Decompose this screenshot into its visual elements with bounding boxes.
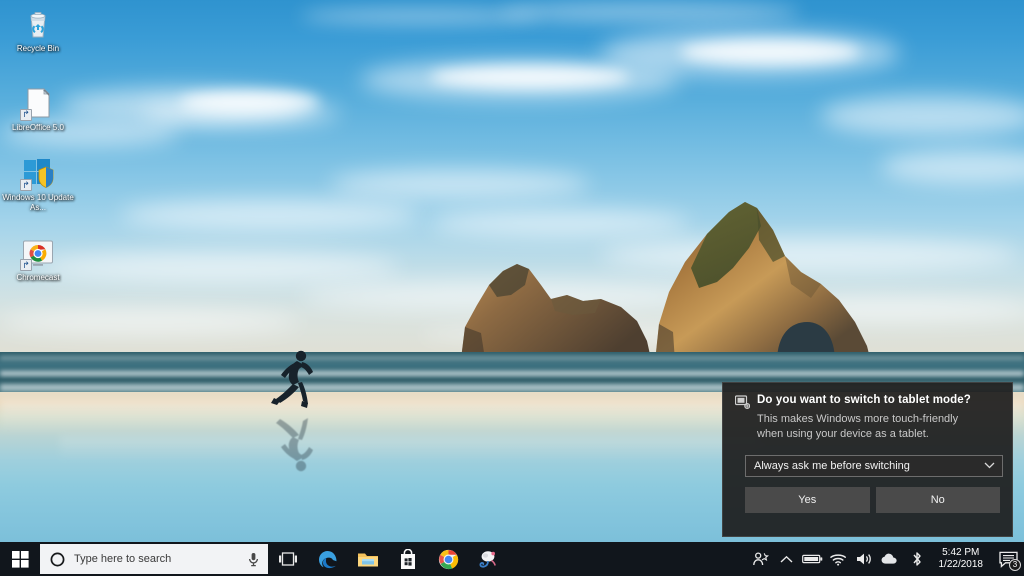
desktop-icon-label: Windows 10 Update As... bbox=[2, 193, 74, 212]
notification-body-line1: This makes Windows more touch-friendly bbox=[757, 412, 1000, 427]
battery-icon[interactable] bbox=[800, 542, 826, 576]
cloud bbox=[500, 2, 800, 22]
desktop-icon-libreoffice[interactable]: ↱ LibreOffice 5.0 bbox=[0, 81, 76, 136]
yes-button[interactable]: Yes bbox=[745, 487, 870, 513]
clock-date: 1/22/2018 bbox=[939, 559, 984, 571]
paint-3d-button[interactable] bbox=[468, 542, 508, 576]
cloud bbox=[430, 66, 630, 88]
cloud bbox=[330, 170, 590, 198]
wifi-icon[interactable] bbox=[826, 542, 852, 576]
desktop-icon-recycle-bin[interactable]: Recycle Bin bbox=[0, 2, 76, 57]
microsoft-store-button[interactable] bbox=[388, 542, 428, 576]
clock[interactable]: 5:42 PM 1/22/2018 bbox=[930, 542, 993, 576]
notification-actions: Yes No bbox=[745, 487, 1000, 513]
surf-line bbox=[0, 356, 1024, 360]
microphone-icon[interactable] bbox=[247, 552, 260, 567]
taskbar: Type here to search bbox=[0, 542, 1024, 576]
libreoffice-document-icon: ↱ bbox=[21, 86, 55, 120]
speaker-icon[interactable] bbox=[852, 542, 878, 576]
action-center-badge: 3 bbox=[1009, 559, 1021, 571]
cloud bbox=[0, 310, 300, 334]
recycle-bin-icon bbox=[21, 7, 55, 41]
windows-update-assistant-icon: ↱ bbox=[21, 156, 55, 190]
desktop-screen: Recycle Bin ↱ LibreOffice 5.0 bbox=[0, 0, 1024, 576]
cloud bbox=[820, 96, 1024, 136]
rock-stack-right bbox=[625, 196, 880, 368]
action-center-button[interactable]: 3 bbox=[992, 542, 1024, 576]
notification-header: Do you want to switch to tablet mode? bbox=[735, 393, 1000, 409]
cloud bbox=[680, 40, 860, 64]
wet-sand-sheen bbox=[60, 436, 760, 462]
desktop-icon-label: Chromecast bbox=[2, 273, 74, 283]
bluetooth-icon[interactable] bbox=[904, 542, 930, 576]
shortcut-arrow-icon: ↱ bbox=[20, 179, 32, 191]
microsoft-edge-button[interactable] bbox=[308, 542, 348, 576]
notification-title: Do you want to switch to tablet mode? bbox=[757, 393, 971, 407]
task-view-button[interactable] bbox=[268, 542, 308, 576]
desktop-icon-label: Recycle Bin bbox=[2, 44, 74, 54]
desktop-icon-chromecast[interactable]: ↱ Chromecast bbox=[0, 231, 76, 286]
cloud bbox=[40, 252, 400, 282]
chevron-down-icon bbox=[984, 460, 995, 472]
chromecast-icon: ↱ bbox=[21, 236, 55, 270]
chevron-up-icon[interactable] bbox=[774, 542, 800, 576]
runner-reflection bbox=[268, 411, 328, 473]
notification-body-line2: when using your device as a tablet. bbox=[757, 427, 1000, 442]
search-placeholder-text: Type here to search bbox=[74, 553, 247, 565]
surf-line bbox=[0, 371, 1024, 376]
dropdown-selected-value: Always ask me before switching bbox=[754, 460, 910, 472]
clock-time: 5:42 PM bbox=[942, 547, 979, 559]
shortcut-arrow-icon: ↱ bbox=[20, 259, 32, 271]
tablet-mode-notification[interactable]: Do you want to switch to tablet mode? Th… bbox=[722, 382, 1013, 537]
desktop-icon-grid: Recycle Bin ↱ LibreOffice 5.0 bbox=[0, 0, 76, 286]
cloud bbox=[120, 200, 420, 230]
start-button[interactable] bbox=[0, 542, 40, 576]
shortcut-arrow-icon: ↱ bbox=[20, 109, 32, 121]
switch-behavior-dropdown[interactable]: Always ask me before switching bbox=[745, 455, 1003, 477]
runner-silhouette bbox=[268, 349, 328, 411]
search-input[interactable]: Type here to search bbox=[40, 544, 268, 574]
people-icon[interactable] bbox=[748, 542, 774, 576]
no-button[interactable]: No bbox=[876, 487, 1001, 513]
google-chrome-button[interactable] bbox=[428, 542, 468, 576]
desktop-icon-label: LibreOffice 5.0 bbox=[2, 123, 74, 133]
desktop-icon-windows-10-update-assistant[interactable]: ↱ Windows 10 Update As... bbox=[0, 151, 76, 215]
cortana-circle-icon bbox=[50, 552, 65, 567]
file-explorer-button[interactable] bbox=[348, 542, 388, 576]
cloud-icon[interactable] bbox=[878, 542, 904, 576]
system-tray: 5:42 PM 1/22/2018 3 bbox=[748, 542, 1024, 576]
cloud bbox=[180, 92, 320, 112]
tablet-mode-icon bbox=[735, 395, 750, 409]
